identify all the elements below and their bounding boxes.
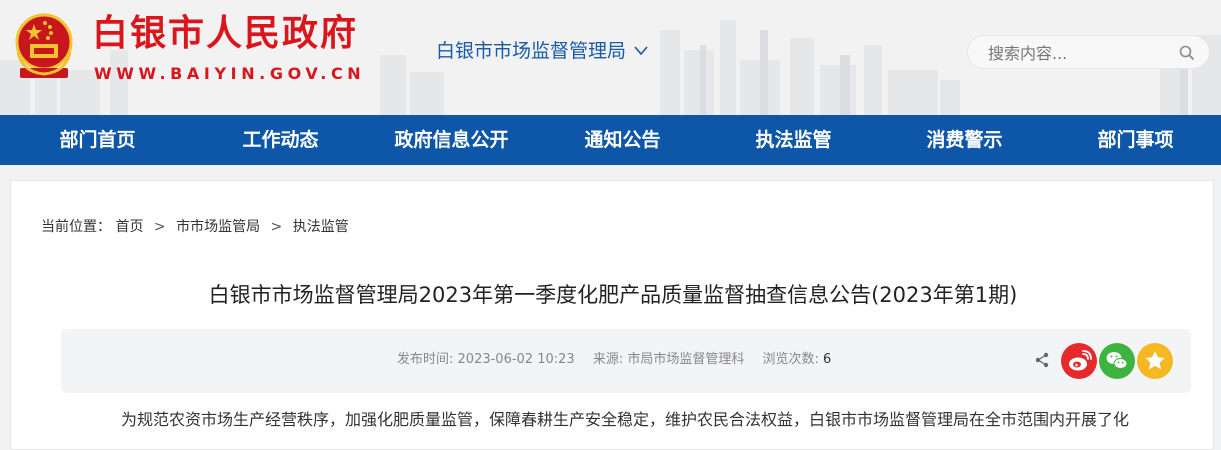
article-card: 当前位置： 首页 > 市市场监管局 > 执法监管 白银市市场监督管理局2023年… xyxy=(10,180,1214,450)
views-label: 浏览次数: xyxy=(762,352,819,367)
site-header: 白银市人民政府 WWW.BAIYIN.GOV.CN 白银市市场监督管理局 xyxy=(0,0,1221,115)
nav-enforcement[interactable]: 执法监管 xyxy=(708,115,879,165)
wechat-icon xyxy=(1106,352,1128,369)
source: 市局市场监督管理科 xyxy=(627,352,745,367)
share-weibo-button[interactable] xyxy=(1061,343,1097,379)
nav-consumer-warnings[interactable]: 消费警示 xyxy=(879,115,1050,165)
source-label: 来源: xyxy=(592,352,624,367)
views-count: 6 xyxy=(823,352,832,367)
favorite-button[interactable] xyxy=(1137,343,1173,379)
search-icon[interactable] xyxy=(1179,45,1195,61)
article-meta: 发布时间: 2023-06-02 10:23 来源: 市局市场监督管理科 浏览次… xyxy=(397,351,845,369)
nav-home[interactable]: 部门首页 xyxy=(0,115,195,165)
search-input[interactable] xyxy=(986,41,1170,65)
breadcrumb-market-bureau[interactable]: 市市场监管局 xyxy=(176,219,260,235)
article-body-first-line: 为规范农资市场生产经营秩序，加强化肥质量监管，保障春耕生产安全稳定，维护农民合法… xyxy=(121,410,1130,429)
main-nav: 部门首页 工作动态 政府信息公开 通知公告 执法监管 消费警示 部门事项 xyxy=(0,115,1221,165)
share-icon[interactable] xyxy=(1034,352,1050,368)
star-icon xyxy=(1145,351,1165,370)
breadcrumb-prefix: 当前位置： xyxy=(41,219,111,235)
breadcrumb: 当前位置： 首页 > 市市场监管局 > 执法监管 xyxy=(41,218,349,236)
nav-work-news[interactable]: 工作动态 xyxy=(195,115,366,165)
site-title: 白银市人民政府 xyxy=(92,13,359,54)
article-meta-bar: 发布时间: 2023-06-02 10:23 来源: 市局市场监督管理科 浏览次… xyxy=(61,329,1191,393)
article-title: 白银市市场监督管理局2023年第一季度化肥产品质量监督抽查信息公告(2023年第… xyxy=(208,283,1018,307)
publish-time: 2023-06-02 10:23 xyxy=(457,352,575,367)
nav-info-disclosure[interactable]: 政府信息公开 xyxy=(366,115,537,165)
breadcrumb-enforcement[interactable]: 执法监管 xyxy=(293,219,349,235)
department-selector[interactable]: 白银市市场监督管理局 xyxy=(436,37,648,65)
breadcrumb-separator: > xyxy=(270,219,283,235)
department-label: 白银市市场监督管理局 xyxy=(436,40,627,62)
national-emblem xyxy=(15,13,73,78)
nav-dept-affairs[interactable]: 部门事项 xyxy=(1050,115,1221,165)
site-url: WWW.BAIYIN.GOV.CN xyxy=(94,64,366,83)
chevron-down-icon xyxy=(634,46,648,56)
nav-notices[interactable]: 通知公告 xyxy=(537,115,708,165)
breadcrumb-home[interactable]: 首页 xyxy=(115,219,143,235)
publish-label: 发布时间: xyxy=(397,352,454,367)
share-wechat-button[interactable] xyxy=(1099,343,1135,379)
weibo-icon xyxy=(1069,350,1092,371)
search-box xyxy=(967,35,1210,69)
breadcrumb-separator: > xyxy=(153,219,166,235)
